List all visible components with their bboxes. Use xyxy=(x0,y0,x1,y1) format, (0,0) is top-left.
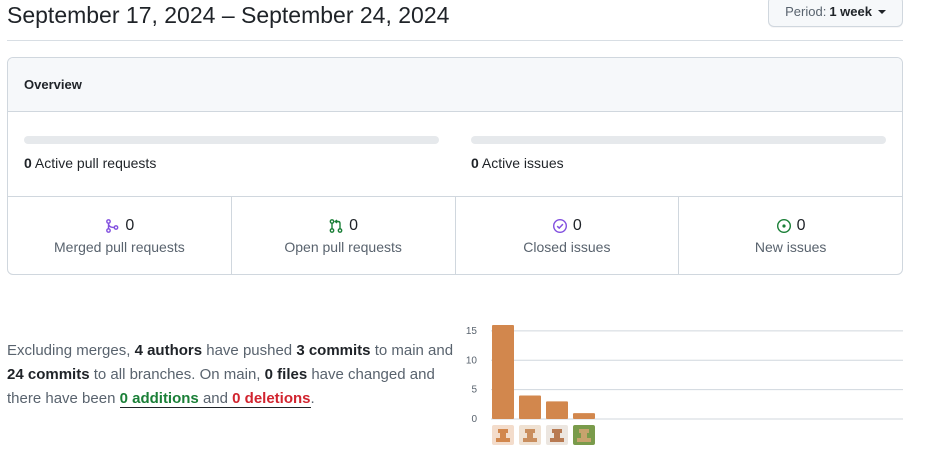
active-issues-summary[interactable]: 0 Active issues xyxy=(471,155,564,171)
commit-summary: Excluding merges, 4 authors have pushed … xyxy=(7,339,457,411)
issue-opened-icon xyxy=(776,218,792,234)
y-tick-label-0: 0 xyxy=(471,414,477,425)
avatar-pattern-c-author-3 xyxy=(550,438,564,442)
avatar-pattern-b-author-2 xyxy=(527,433,533,438)
stat-open-prs[interactable]: 0 Open pull requests xyxy=(230,197,455,274)
overview-title: Overview xyxy=(8,58,902,112)
avatar-pattern-a-author-3 xyxy=(552,429,562,433)
open-prs-label: Open pull requests xyxy=(284,239,402,255)
active-prs-label: Active pull requests xyxy=(34,155,157,171)
avatar-pattern-a-author-4 xyxy=(579,429,589,433)
git-merge-icon xyxy=(104,218,120,234)
bar-author-2 xyxy=(519,395,541,419)
bar-author-3 xyxy=(546,401,568,419)
active-prs-progress-bar xyxy=(24,136,439,144)
additions-deletions-link[interactable]: 0 additions and 0 deletions xyxy=(119,390,311,408)
period-label: Period: xyxy=(785,4,827,19)
avatar-pattern-b-author-4 xyxy=(581,433,587,438)
avatar-pattern-b-author-1 xyxy=(500,433,506,438)
period-dropdown-button[interactable]: Period: 1 week xyxy=(768,0,903,27)
summary-text-6: and xyxy=(198,390,233,407)
commits-by-author-chart: 0 5 10 15 xyxy=(459,315,909,455)
new-issues-label: New issues xyxy=(754,239,827,255)
summary-text-2: have pushed xyxy=(202,342,297,359)
git-pull-request-icon xyxy=(328,218,344,234)
summary-text-1: Excluding merges, xyxy=(7,342,135,359)
authors-count: 4 authors xyxy=(134,342,203,359)
closed-issues-count: 0 xyxy=(572,217,582,234)
commits-all-count: 24 commits xyxy=(7,366,90,383)
overview-progress-section: 0 Active pull requests 0 Active issues xyxy=(8,112,902,197)
commits-main-count: 3 commits xyxy=(296,342,371,359)
new-issues-count: 0 xyxy=(796,217,806,234)
avatar-pattern-a-author-2 xyxy=(525,429,535,433)
y-tick-label-10: 10 xyxy=(466,355,478,366)
overview-panel: Overview 0 Active pull requests 0 Active… xyxy=(7,57,903,275)
active-issues-label: Active issues xyxy=(481,155,564,171)
date-range-title: September 17, 2024 – September 24, 2024 xyxy=(7,2,450,28)
merged-prs-count: 0 xyxy=(125,217,135,234)
stat-merged-prs[interactable]: 0 Merged pull requests xyxy=(8,197,231,274)
avatar-pattern-a-author-1 xyxy=(498,429,508,433)
stat-closed-issues[interactable]: 0 Closed issues xyxy=(454,197,679,274)
page-header: September 17, 2024 – September 24, 2024 … xyxy=(7,0,903,41)
overview-stats-row: 0 Merged pull requests 0 Open pull reque… xyxy=(8,197,902,274)
period-value: 1 week xyxy=(829,4,872,19)
summary-text-7: . xyxy=(310,390,315,407)
avatar-pattern-c-author-1 xyxy=(496,438,510,442)
summary-text-4: to all branches. On main, xyxy=(89,366,265,383)
active-prs-summary[interactable]: 0 Active pull requests xyxy=(24,155,156,171)
issue-closed-icon xyxy=(552,218,568,234)
active-issues-progress-bar xyxy=(471,136,886,144)
commits-chart-svg: 0 5 10 15 xyxy=(466,325,903,445)
deletions-count: 0 deletions xyxy=(232,390,311,407)
caret-down-icon xyxy=(878,10,886,14)
additions-count: 0 additions xyxy=(119,390,199,407)
active-prs-count: 0 xyxy=(24,155,32,171)
avatar-pattern-c-author-4 xyxy=(577,438,591,442)
merged-prs-label: Merged pull requests xyxy=(54,239,185,255)
bar-author-4 xyxy=(573,413,595,419)
summary-text-3: to main and xyxy=(370,342,454,359)
y-tick-label-15: 15 xyxy=(466,326,478,337)
closed-issues-label: Closed issues xyxy=(523,239,611,255)
open-prs-count: 0 xyxy=(349,217,359,234)
files-changed-count: 0 files xyxy=(264,366,308,383)
y-tick-label-5: 5 xyxy=(471,385,477,396)
stat-new-issues[interactable]: 0 New issues xyxy=(678,197,902,274)
bar-author-1 xyxy=(492,325,514,419)
avatar-pattern-b-author-3 xyxy=(554,433,560,438)
active-issues-count: 0 xyxy=(471,155,479,171)
avatar-pattern-c-author-2 xyxy=(523,438,537,442)
